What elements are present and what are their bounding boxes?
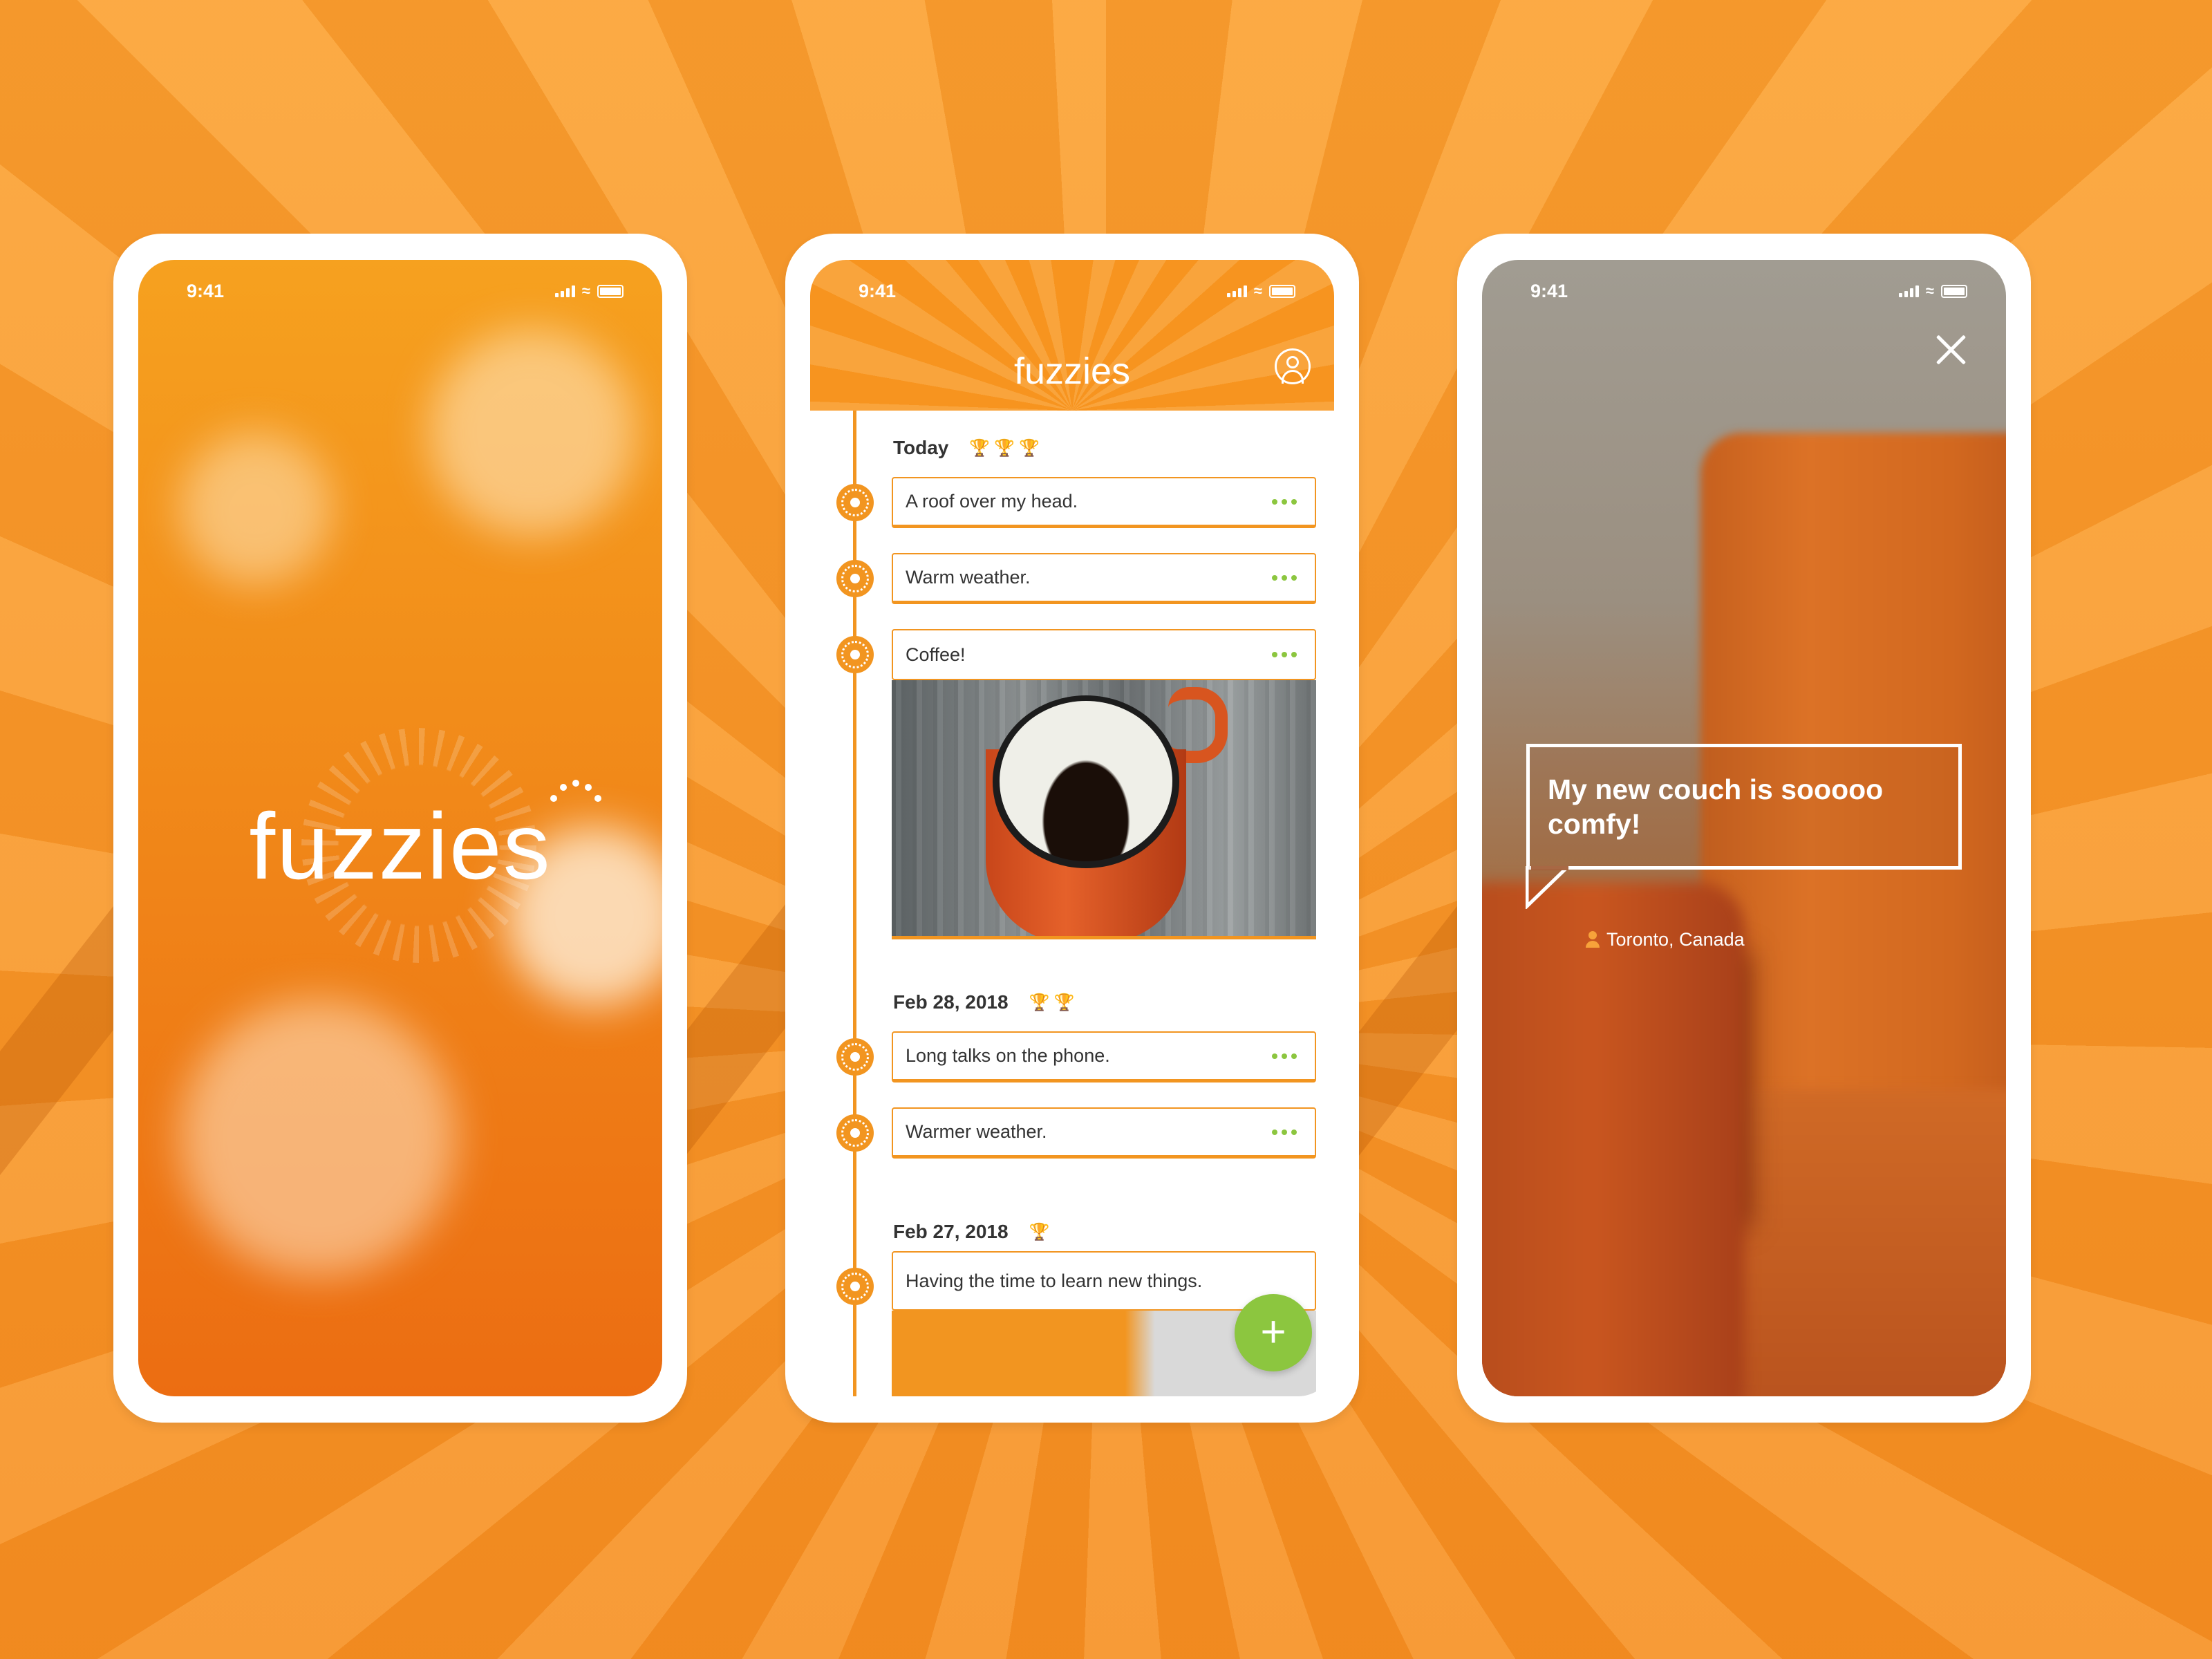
battery-icon — [1941, 284, 1967, 298]
trophy-icon: 🏆 — [969, 438, 991, 458]
bubble-tail — [1526, 866, 1570, 909]
gratitude-entry[interactable]: Warm weather. — [892, 553, 1316, 604]
location-label: Toronto, Canada — [1586, 929, 1745, 950]
day-label: Feb 28, 2018 — [893, 991, 1009, 1013]
battery-icon — [597, 284, 624, 298]
trophy-icon: 🏆 — [1029, 1222, 1050, 1241]
timeline-node — [836, 560, 874, 597]
entry-text: Warm weather. — [906, 567, 1031, 588]
more-options-icon[interactable] — [1272, 498, 1297, 505]
signal-icon — [1898, 285, 1919, 297]
timeline-screen: 9:41 ≈ fuzzies Today 🏆 🏆 🏆 A roof over my … — [810, 260, 1334, 1396]
more-options-icon[interactable] — [1272, 574, 1297, 581]
status-bar: 9:41 ≈ — [1482, 260, 2006, 322]
timeline-node — [836, 484, 874, 521]
wifi-icon: ≈ — [1925, 282, 1934, 299]
app-logo: fuzzies — [249, 794, 552, 899]
gratitude-entry[interactable]: Warmer weather. — [892, 1107, 1316, 1159]
close-icon[interactable] — [1936, 333, 1967, 365]
bokeh-light — [180, 433, 332, 585]
caption-text: My new couch is sooooo comfy! — [1548, 774, 1884, 840]
more-options-icon[interactable] — [1272, 1129, 1297, 1135]
person-icon — [1586, 930, 1600, 949]
bokeh-light — [180, 1000, 456, 1276]
splash-screen: 9:41 ≈ fuzzies — [138, 260, 662, 1396]
profile-icon[interactable] — [1275, 348, 1311, 384]
status-time: 9:41 — [859, 280, 897, 301]
entry-text: Having the time to learn new things. — [906, 1270, 1203, 1291]
wifi-icon: ≈ — [1253, 282, 1262, 299]
timeline-node — [836, 1114, 874, 1152]
entry-text: A roof over my head. — [906, 491, 1078, 512]
trophy-icon: 🏆 — [1053, 993, 1075, 1012]
gratitude-entry[interactable]: Coffee! — [892, 629, 1316, 680]
day-heading: Feb 27, 2018 🏆 — [893, 1221, 1049, 1243]
phone-splash: 9:41 ≈ fuzzies — [113, 234, 687, 1423]
gratitude-entry[interactable]: Long talks on the phone. — [892, 1031, 1316, 1082]
bokeh-light — [429, 329, 636, 536]
more-options-icon[interactable] — [1272, 1053, 1297, 1059]
trophy-icon: 🏆 — [994, 438, 1015, 458]
day-label: Feb 27, 2018 — [893, 1221, 1009, 1242]
day-label: Today — [893, 437, 949, 458]
trophy-icons: 🏆 — [1029, 1222, 1050, 1242]
header-logo: fuzzies — [1013, 350, 1131, 392]
phone-detail: 9:41 ≈ My new couch is sooooo comfy! Tor… — [1457, 234, 2031, 1423]
trophy-icon: 🏆 — [1029, 993, 1050, 1012]
entry-text: Long talks on the phone. — [906, 1045, 1110, 1066]
entry-text: Coffee! — [906, 644, 966, 665]
gratitude-entry[interactable]: A roof over my head. — [892, 477, 1316, 528]
trophy-icons: 🏆 🏆 — [1029, 993, 1075, 1013]
wifi-icon: ≈ — [581, 282, 590, 299]
add-entry-button[interactable]: + — [1235, 1294, 1312, 1371]
day-heading: Today 🏆 🏆 🏆 — [893, 437, 1040, 459]
status-time: 9:41 — [187, 280, 225, 301]
day-heading: Feb 28, 2018 🏆 🏆 — [893, 991, 1074, 1013]
timeline-node — [836, 636, 874, 673]
mug-inner — [1000, 701, 1172, 861]
caption-bubble: My new couch is sooooo comfy! — [1526, 744, 1962, 870]
entry-detail-screen: 9:41 ≈ My new couch is sooooo comfy! Tor… — [1482, 260, 2006, 1396]
status-bar: 9:41 ≈ — [810, 260, 1334, 322]
status-time: 9:41 — [1530, 280, 1568, 301]
trophy-icon: 🏆 — [1019, 438, 1040, 458]
trophy-icons: 🏆 🏆 🏆 — [969, 438, 1040, 458]
location-text: Toronto, Canada — [1606, 929, 1745, 950]
entry-photo-coffee-mug[interactable] — [892, 680, 1316, 939]
entry-text: Warmer weather. — [906, 1121, 1047, 1142]
timeline-node — [836, 1038, 874, 1076]
signal-icon — [1226, 285, 1247, 297]
status-bar: 9:41 ≈ — [138, 260, 662, 322]
phone-timeline: 9:41 ≈ fuzzies Today 🏆 🏆 🏆 A roof over my … — [785, 234, 1359, 1423]
timeline-line — [853, 411, 856, 1396]
signal-icon — [554, 285, 575, 297]
more-options-icon[interactable] — [1272, 652, 1297, 657]
couch-photo-arm — [1482, 882, 1745, 1396]
battery-icon — [1269, 284, 1295, 298]
timeline-node — [836, 1268, 874, 1305]
